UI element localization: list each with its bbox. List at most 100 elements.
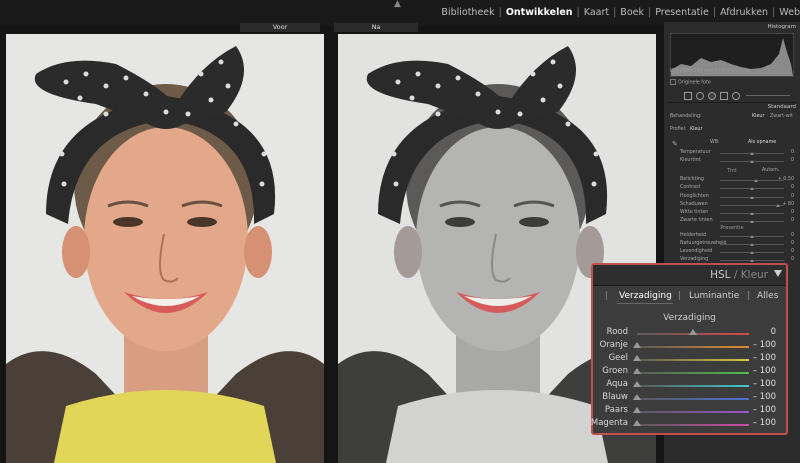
hsl-slider-value[interactable]: – 100 [753, 353, 776, 363]
adjustment-brush-slider[interactable] [746, 95, 790, 96]
basic-slider-value[interactable]: + 80 [782, 202, 794, 207]
basic-slider-track[interactable] [720, 212, 784, 215]
wb-value[interactable]: Als opname [748, 140, 776, 145]
basic-slider-value[interactable]: 0 [791, 241, 794, 246]
basic-slider-thumb[interactable] [750, 220, 754, 223]
basic-slider-track[interactable] [720, 243, 784, 246]
basic-slider-track[interactable] [720, 160, 784, 163]
basic-slider-value[interactable]: 0 [791, 158, 794, 163]
basic-slider-track[interactable] [720, 187, 784, 190]
graduated-filter-icon[interactable] [720, 92, 728, 100]
hsl-slider-value[interactable]: – 100 [753, 418, 776, 428]
basic-slider-thumb[interactable] [775, 204, 780, 207]
collapse-panel-icon[interactable] [774, 270, 782, 277]
crop-tool-icon[interactable] [684, 92, 692, 100]
basic-slider-value[interactable]: 0 [791, 257, 794, 262]
basic-slider-thumb[interactable] [750, 243, 754, 246]
basic-slider-row: Kleurtint 0 [670, 158, 794, 165]
basic-slider-value[interactable]: 0 [791, 194, 794, 199]
basic-slider-thumb[interactable] [750, 251, 754, 254]
hsl-slider-value[interactable]: – 100 [753, 340, 776, 350]
wb-row: ✎ WB: Als opname [670, 140, 794, 148]
basic-slider-value[interactable]: 0 [791, 210, 794, 215]
wb-eyedropper-icon[interactable]: ✎ [672, 140, 678, 148]
basic-slider-value[interactable]: 0 [791, 150, 794, 155]
module-web[interactable]: Web [779, 7, 800, 18]
radial-filter-icon[interactable] [732, 92, 740, 100]
hsl-slider-geel: Geel – 100 [593, 353, 786, 366]
hsl-slider-thumb[interactable] [633, 394, 641, 400]
hsl-slider-track[interactable] [633, 355, 749, 361]
hsl-slider-thumb[interactable] [633, 420, 641, 426]
spot-removal-icon[interactable] [696, 92, 704, 100]
hsl-slider-value[interactable]: – 100 [753, 379, 776, 389]
basic-slider-track[interactable] [720, 259, 784, 262]
basic-slider-track[interactable] [720, 251, 784, 254]
profile-value[interactable]: Kleur [690, 127, 702, 132]
hsl-slider-thumb[interactable] [633, 407, 641, 413]
tab-saturation[interactable]: Verzadiging [619, 291, 672, 301]
red-eye-icon[interactable] [708, 92, 716, 100]
basic-slider-value[interactable]: 0 [791, 218, 794, 223]
hsl-slider-track[interactable] [633, 368, 749, 374]
histogram-title[interactable]: Histogram [767, 24, 796, 30]
hsl-slider-track[interactable] [633, 394, 749, 400]
hsl-slider-label: Oranje [599, 340, 628, 350]
basic-slider-value[interactable]: 0 [791, 249, 794, 254]
module-separator: | [576, 7, 580, 18]
hsl-slider-value[interactable]: – 100 [753, 366, 776, 376]
basic-slider-thumb[interactable] [750, 187, 754, 190]
basic-slider-label: Levendigheid [680, 249, 713, 254]
color-title[interactable]: Kleur [741, 269, 768, 281]
hsl-slider-thumb[interactable] [689, 329, 697, 335]
collapse-top-panel-icon[interactable]: ▲ [394, 0, 401, 9]
basic-title[interactable]: Standaard [768, 104, 796, 110]
basic-slider-track[interactable] [720, 152, 784, 155]
hsl-slider-thumb[interactable] [633, 368, 641, 374]
basic-slider-track[interactable] [720, 179, 784, 182]
hsl-slider-value[interactable]: – 100 [753, 392, 776, 402]
module-boek[interactable]: Boek [620, 7, 644, 18]
basic-slider-label: Zwarte tinten [680, 218, 713, 223]
basic-slider-value[interactable]: 0 [791, 233, 794, 238]
hsl-title[interactable]: HSL [710, 269, 730, 281]
hsl-slider-track[interactable] [633, 407, 749, 413]
tab-all[interactable]: Alles [757, 291, 778, 301]
module-bibliotheek[interactable]: Bibliotheek [441, 7, 494, 18]
module-afdrukken[interactable]: Afdrukken [720, 7, 768, 18]
module-kaart[interactable]: Kaart [584, 7, 609, 18]
module-ontwikkelen[interactable]: Ontwikkelen [506, 7, 573, 18]
basic-slider-thumb[interactable] [753, 179, 758, 182]
hsl-slider-value[interactable]: 0 [771, 327, 776, 337]
hsl-slider-track[interactable] [633, 342, 749, 348]
basic-slider-track[interactable] [720, 220, 784, 223]
basic-slider-thumb[interactable] [750, 235, 754, 238]
basic-slider-thumb[interactable] [750, 212, 754, 215]
basic-slider-track[interactable] [720, 204, 784, 207]
hsl-slider-track[interactable] [637, 329, 749, 335]
basic-slider-label: Verzadiging [680, 257, 709, 262]
treatment-bw-option[interactable]: Zwart-wit [770, 114, 793, 119]
basic-slider-track[interactable] [720, 196, 784, 199]
hsl-slider-thumb[interactable] [633, 381, 641, 387]
hsl-slider-thumb[interactable] [633, 355, 641, 361]
basic-slider-thumb[interactable] [750, 259, 754, 262]
hsl-slider-thumb[interactable] [633, 342, 641, 348]
original-photo-label: Originele foto [678, 80, 711, 86]
hsl-slider-value[interactable]: – 100 [753, 405, 776, 415]
basic-slider-value[interactable]: 0 [791, 185, 794, 190]
basic-slider-thumb[interactable] [750, 152, 754, 155]
module-presentatie[interactable]: Presentatie [655, 7, 709, 18]
tone-auto-button[interactable]: Autom. [762, 168, 792, 175]
basic-slider-thumb[interactable] [750, 160, 754, 163]
hsl-slider-track[interactable] [633, 420, 749, 426]
hsl-panel-header[interactable]: HSL / Kleur [593, 265, 786, 286]
basic-slider-track[interactable] [720, 235, 784, 238]
hsl-slider-label: Blauw [602, 392, 628, 402]
basic-slider-value[interactable]: + 0,50 [778, 177, 794, 182]
hsl-slider-track[interactable] [633, 381, 749, 387]
original-photo-checkbox[interactable]: Originele foto [670, 79, 794, 86]
tab-luminance[interactable]: Luminantie [689, 291, 739, 301]
basic-slider-thumb[interactable] [750, 196, 754, 199]
treatment-color-option[interactable]: Kleur [752, 114, 764, 119]
